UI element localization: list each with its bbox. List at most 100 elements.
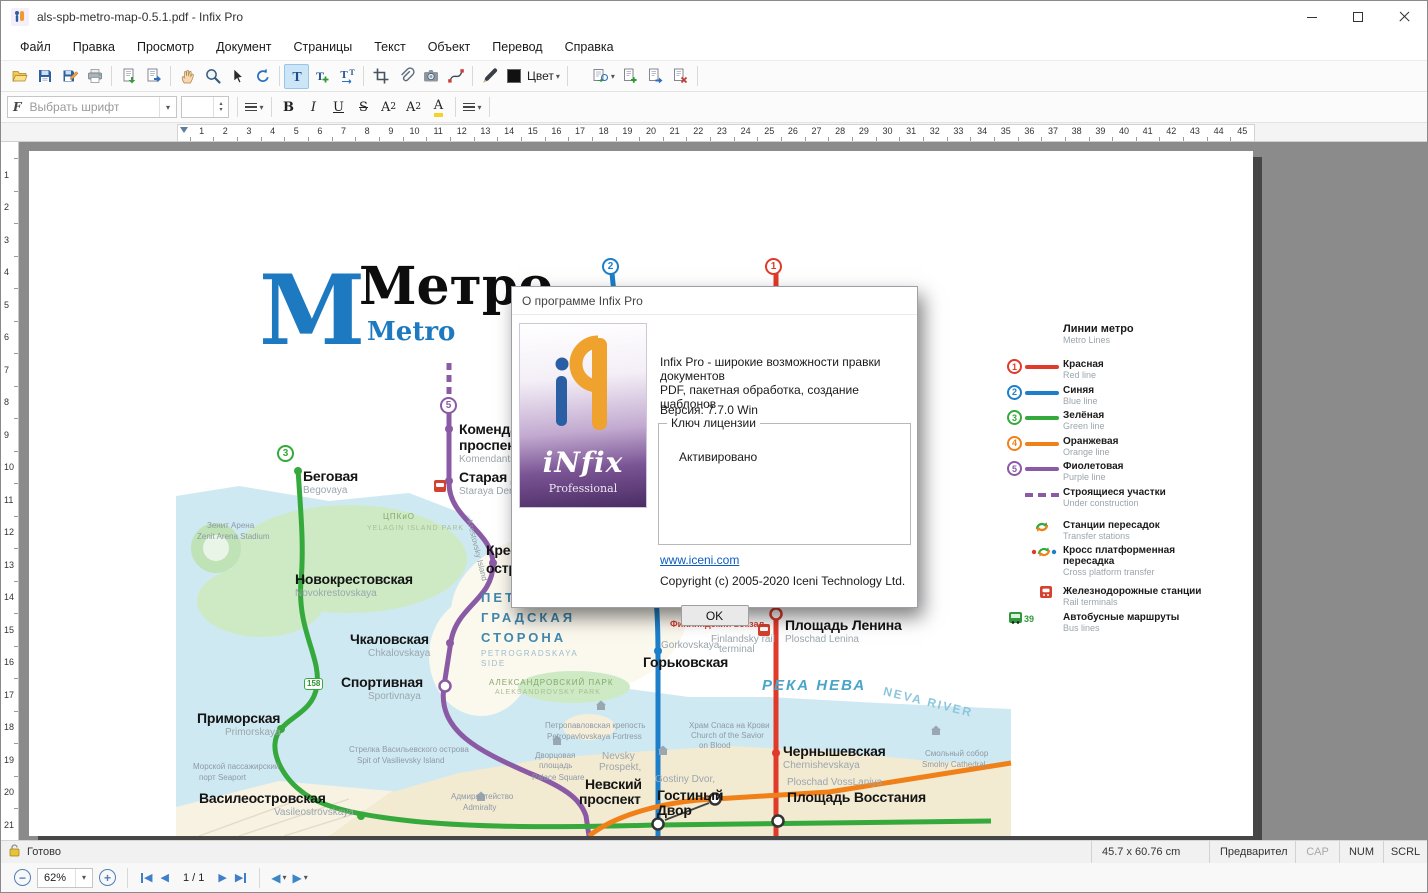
maximize-icon[interactable] bbox=[1335, 1, 1381, 33]
map-label: Novokrestovskaya bbox=[295, 588, 377, 599]
camera-button[interactable] bbox=[418, 64, 443, 89]
horizontal-ruler[interactable]: 1 2 3 4 5 6 7 8 9 10 11 12 13 14 15 16 17 18 19 20 21 22 23 24 2… bbox=[1, 123, 1427, 142]
export-button[interactable] bbox=[57, 64, 82, 89]
superscript-button[interactable]: A2 bbox=[376, 95, 401, 120]
legend-line-badge: 3 bbox=[1007, 410, 1022, 425]
save-button[interactable] bbox=[32, 64, 57, 89]
color-label: Цвет bbox=[527, 69, 554, 83]
previous-view-button[interactable]: ◀ ▾ bbox=[268, 871, 289, 885]
ruler-tick bbox=[14, 255, 18, 257]
map-label: Морской пассажирский bbox=[193, 762, 280, 771]
map-label: Chernishevskaya bbox=[783, 760, 860, 771]
page-extract-button[interactable] bbox=[643, 64, 668, 89]
ruler-number: 1 bbox=[199, 126, 205, 136]
attach-button[interactable] bbox=[393, 64, 418, 89]
ruler-number: 14 bbox=[504, 126, 515, 136]
map-label: Смольный собор bbox=[925, 749, 989, 758]
preview-button[interactable]: Предварител bbox=[1209, 841, 1295, 863]
map-label: Smolny Cathedral bbox=[922, 760, 986, 769]
text-tool-button[interactable]: T bbox=[284, 63, 309, 89]
zoom-button[interactable] bbox=[200, 64, 225, 89]
hand-button[interactable] bbox=[175, 64, 200, 89]
legend-line-swatch bbox=[1025, 467, 1059, 471]
page-add-icon bbox=[621, 67, 639, 85]
zoom-dropdown[interactable]: ▾ bbox=[75, 868, 92, 887]
ruler-number: 7 bbox=[341, 126, 347, 136]
curve-button[interactable] bbox=[443, 64, 468, 89]
crop-button[interactable] bbox=[368, 64, 393, 89]
ruler-number: 1 bbox=[4, 169, 10, 180]
align-button[interactable]: ▾ bbox=[242, 95, 267, 120]
print-button[interactable] bbox=[82, 64, 107, 89]
open-button[interactable] bbox=[7, 64, 32, 89]
last-page-button[interactable]: ▶ bbox=[231, 871, 251, 884]
next-view-button[interactable]: ▶ ▾ bbox=[290, 871, 311, 885]
ruler-tick bbox=[14, 418, 18, 420]
indent-marker[interactable] bbox=[180, 127, 188, 133]
dialog-title-bar[interactable]: О программе Infix Pro bbox=[512, 287, 917, 315]
close-icon[interactable] bbox=[1381, 1, 1427, 33]
ruler-number: 17 bbox=[4, 689, 15, 700]
rotate-button[interactable] bbox=[250, 64, 275, 89]
title-bar[interactable]: als-spb-metro-map-0.5.1.pdf - Infix Pro bbox=[1, 1, 1427, 33]
ruler-tick bbox=[14, 580, 18, 582]
translate-dropdown-icon[interactable]: ▾ bbox=[611, 72, 615, 81]
zoom-level-select[interactable]: 62% ▾ bbox=[37, 867, 93, 888]
highlight-button[interactable]: A bbox=[426, 95, 451, 120]
font-size-spinner[interactable]: ▴ ▾ bbox=[213, 97, 228, 117]
line-spacing-button[interactable]: ▾ bbox=[460, 95, 485, 120]
first-page-button[interactable]: ◀ bbox=[136, 871, 156, 884]
menu-help[interactable]: Справка bbox=[554, 35, 625, 59]
ruler-number: 43 bbox=[1189, 126, 1200, 136]
menu-pages[interactable]: Страницы bbox=[283, 35, 364, 59]
font-icon: F bbox=[13, 100, 22, 114]
menu-document[interactable]: Документ bbox=[205, 35, 282, 59]
ruler-number: 20 bbox=[4, 787, 15, 797]
previous-page-button[interactable]: ◀ bbox=[156, 871, 172, 884]
ruler-tick bbox=[1159, 137, 1161, 141]
ruler-number: 40 bbox=[1118, 126, 1130, 136]
ruler-number: 28 bbox=[835, 126, 846, 136]
ok-button[interactable]: OK bbox=[680, 605, 749, 626]
menu-view[interactable]: Просмотр bbox=[126, 35, 205, 59]
color-dropdown-icon[interactable]: ▾ bbox=[556, 72, 560, 81]
font-select-dropdown[interactable]: ▾ bbox=[159, 97, 176, 117]
strikethrough-button[interactable]: S bbox=[351, 95, 376, 120]
menu-edit[interactable]: Правка bbox=[62, 35, 126, 59]
subscript-button[interactable]: A2 bbox=[401, 95, 426, 120]
legend-label-en: Bus lines bbox=[1063, 623, 1100, 633]
text-flow-button[interactable]: TT bbox=[334, 64, 359, 89]
pages-import-button[interactable] bbox=[116, 64, 141, 89]
ruler-tick bbox=[781, 137, 783, 141]
font-size-select[interactable]: ▴ ▾ bbox=[181, 96, 229, 118]
next-page-button[interactable]: ▶ bbox=[214, 871, 230, 884]
menu-translate[interactable]: Перевод bbox=[481, 35, 553, 59]
zoom-out-button[interactable]: − bbox=[14, 869, 31, 886]
italic-button[interactable]: I bbox=[301, 95, 326, 120]
status-bar: Готово 45.7 x 60.76 cm Предварител CAP N… bbox=[1, 840, 1427, 863]
select-button[interactable] bbox=[225, 64, 250, 89]
menu-object[interactable]: Объект bbox=[417, 35, 482, 59]
color-button[interactable]: Цвет ▾ bbox=[502, 64, 563, 89]
translate-button[interactable]: ▾ bbox=[588, 64, 618, 89]
pages-extract-button[interactable] bbox=[141, 64, 166, 89]
ruler-tick bbox=[804, 137, 806, 141]
ruler-number: 27 bbox=[811, 126, 822, 136]
zoom-in-button[interactable]: + bbox=[99, 869, 116, 886]
text-plus-button[interactable]: T bbox=[309, 64, 334, 89]
font-select[interactable]: F Выбрать шрифт ▾ bbox=[7, 96, 177, 118]
minimize-icon[interactable] bbox=[1289, 1, 1335, 33]
legend-line-badge: 4 bbox=[1007, 435, 1022, 451]
legend-label-en: Cross platform transfer bbox=[1063, 567, 1155, 577]
page-add-button[interactable] bbox=[618, 64, 643, 89]
document-canvas[interactable]: 1 2 3 4 5 6 7 8 9 10 11 12 13 14 15 16 17 18 19 20 21 М Метр… bbox=[1, 142, 1427, 840]
menu-file[interactable]: Файл bbox=[9, 35, 62, 59]
separator bbox=[237, 97, 238, 117]
bold-button[interactable]: B bbox=[276, 95, 301, 120]
menu-text[interactable]: Текст bbox=[363, 35, 416, 59]
pen-button[interactable] bbox=[477, 64, 502, 89]
underline-button[interactable]: U bbox=[326, 95, 351, 120]
vertical-ruler[interactable]: 1 2 3 4 5 6 7 8 9 10 11 12 13 14 15 16 17 18 19 20 21 bbox=[1, 142, 19, 840]
iceni-link[interactable]: www.iceni.com bbox=[660, 553, 739, 567]
page-remove-button[interactable] bbox=[668, 64, 693, 89]
